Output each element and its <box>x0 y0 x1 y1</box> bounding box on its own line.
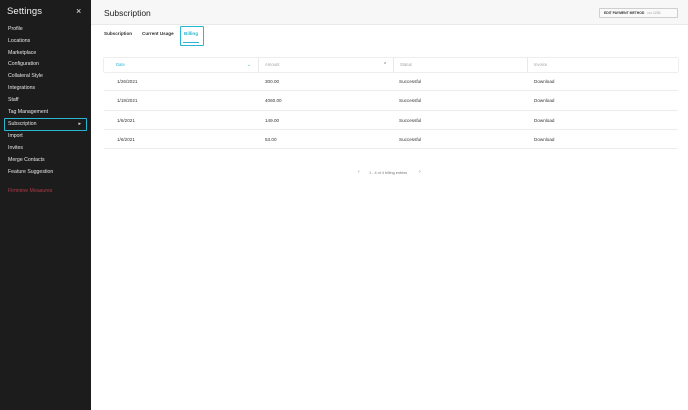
sidebar-item-profile[interactable]: Profile <box>0 24 91 36</box>
cell-date: 1/19/2021 <box>117 98 138 104</box>
page-header: Subscription EDIT PAYMENT METHOD •••• 12… <box>91 0 688 25</box>
download-invoice-link[interactable]: Download <box>534 91 554 110</box>
active-tab-highlight <box>180 26 204 46</box>
table-row: 1/6/2021 53.00 Successful Download <box>104 130 678 150</box>
sidebar-item-subscription[interactable]: Subscription ▸ <box>4 118 87 132</box>
sidebar-item-marketplace[interactable]: Marketplace <box>0 48 91 60</box>
download-invoice-link[interactable]: Download <box>534 111 554 130</box>
cell-amount: 149.00 <box>265 117 280 123</box>
cell-status: Successful <box>399 136 422 142</box>
table-row: 1/26/2021 300.00 Successful Download <box>104 72 678 92</box>
table-row: 1/6/2021 149.00 Successful Download <box>104 111 678 130</box>
sidebar-title: Settings <box>7 6 43 17</box>
column-header-label: Date <box>116 62 125 67</box>
table-header: Date ⌄ Amount ⌃ Status Invoice <box>104 58 678 72</box>
tab-current-usage[interactable]: Current Usage <box>142 31 174 36</box>
cell-status: Successful <box>399 117 422 123</box>
sidebar-item-feature-suggestion[interactable]: Feature Suggestion <box>0 167 91 179</box>
sidebar-item-locations[interactable]: Locations <box>0 36 91 48</box>
sidebar-item-collateral-style[interactable]: Collateral Style <box>0 71 91 83</box>
download-invoice-link[interactable]: Download <box>534 130 554 149</box>
edit-payment-method-button[interactable]: EDIT PAYMENT METHOD •••• 1234 <box>599 8 678 18</box>
pagination: ‹ 1 - 4 of 4 billing entries › <box>358 169 428 176</box>
column-header-date[interactable]: Date ⌄ <box>104 58 258 72</box>
sidebar-item-tag-management[interactable]: Tag Management <box>0 107 91 119</box>
sidebar-item-label: Subscription <box>8 121 37 128</box>
billing-table: Date ⌄ Amount ⌃ Status Invoice 1/26/2021… <box>104 58 678 150</box>
sidebar-item-configuration[interactable]: Configuration <box>0 59 91 71</box>
sidebar-nav: Profile Locations Marketplace Configurat… <box>0 24 91 179</box>
cell-amount: 4060.00 <box>265 98 282 104</box>
chevron-left-icon[interactable]: ‹ <box>358 169 360 175</box>
subscription-tabs: Subscription Current Usage Billing <box>91 25 688 47</box>
settings-sidebar: Settings × Profile Locations Marketplace… <box>0 0 91 410</box>
cell-amount: 300.00 <box>265 79 280 84</box>
edit-payment-label: EDIT PAYMENT METHOD <box>604 11 645 15</box>
active-tab-underline <box>183 42 199 43</box>
sidebar-item-staff[interactable]: Staff <box>0 95 91 107</box>
sidebar-item-invites[interactable]: Invites <box>0 143 91 155</box>
table-row: 1/19/2021 4060.00 Successful Download <box>104 91 678 111</box>
cell-status: Successful <box>399 98 422 104</box>
logout-link[interactable]: Firmnine Measures <box>8 188 52 194</box>
cell-date: 1/6/2021 <box>117 117 135 123</box>
close-icon[interactable]: × <box>76 6 81 17</box>
tab-billing[interactable]: Billing <box>184 31 198 36</box>
download-invoice-link[interactable]: Download <box>534 72 554 91</box>
column-header-label: Amount <box>265 62 280 67</box>
chevron-down-icon: ⌄ <box>247 62 252 68</box>
column-header-amount[interactable]: Amount ⌃ <box>258 58 393 72</box>
column-header-invoice[interactable]: Invoice <box>527 58 678 72</box>
cell-date: 1/6/2021 <box>117 136 135 142</box>
sidebar-item-import[interactable]: Import <box>0 131 91 143</box>
sidebar-item-integrations[interactable]: Integrations <box>0 83 91 95</box>
chevron-right-icon: ▸ <box>78 121 81 128</box>
cell-amount: 53.00 <box>265 136 277 142</box>
chevron-right-icon[interactable]: › <box>419 169 421 175</box>
tab-subscription[interactable]: Subscription <box>104 31 132 36</box>
payment-card-mask: •••• 1234 <box>647 11 661 15</box>
sidebar-item-merge-contacts[interactable]: Merge Contacts <box>0 155 91 167</box>
pagination-summary: 1 - 4 of 4 billing entries <box>369 171 408 175</box>
column-header-status[interactable]: Status <box>393 58 527 72</box>
chevron-up-icon: ⌃ <box>383 62 388 68</box>
page-title: Subscription <box>104 8 151 18</box>
cell-status: Successful <box>399 79 422 84</box>
cell-date: 1/26/2021 <box>117 79 138 84</box>
